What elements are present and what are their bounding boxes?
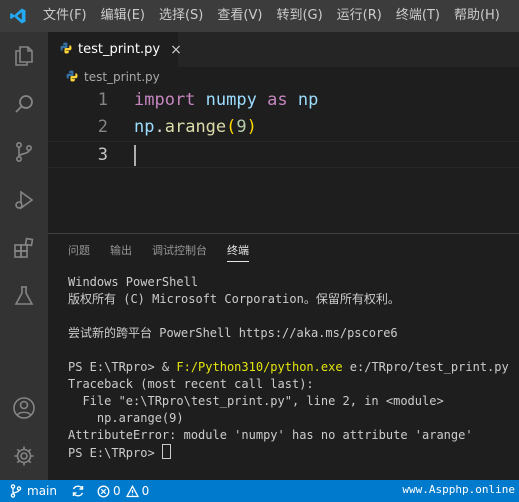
tab-filename: test_print.py <box>78 42 161 57</box>
testing-flask-icon[interactable] <box>0 272 48 320</box>
vscode-logo-icon <box>0 0 36 32</box>
code-line-current[interactable]: 3 <box>48 141 519 168</box>
code-token: 9 <box>236 117 247 137</box>
code-token: ( <box>226 117 237 137</box>
terminal-line: 尝试新的跨平台 PowerShell https://aka.ms/pscore… <box>68 326 398 340</box>
terminal-command-line: PS E:\TRpro> & F:/Python310/python.exe e… <box>68 359 519 376</box>
tab-debug-console[interactable]: 调试控制台 <box>152 234 207 268</box>
terminal-prompt: PS E:\TRpro> & <box>68 360 177 374</box>
extensions-icon[interactable] <box>0 224 48 272</box>
code-line[interactable]: 2 np.arange(9) <box>48 114 519 141</box>
line-number: 1 <box>97 90 108 110</box>
python-exe-path: F:/Python310/python.exe <box>176 360 343 374</box>
code-token: np <box>297 90 319 110</box>
code-line[interactable]: 1 import numpy as np <box>48 87 519 114</box>
code-editor[interactable]: 1 import numpy as np 2 np.arange(9) 3 <box>48 87 519 233</box>
code-token: import <box>134 90 196 110</box>
breadcrumb[interactable]: test_print.py <box>48 67 519 87</box>
sync-icon <box>72 485 84 497</box>
warning-count: 0 <box>141 484 150 498</box>
settings-gear-icon[interactable] <box>0 432 48 480</box>
git-branch-icon <box>10 484 22 498</box>
menu-view[interactable]: 查看(V) <box>210 0 269 32</box>
python-file-icon <box>60 42 72 58</box>
sync-button[interactable] <box>71 484 85 498</box>
terminal-line: Traceback (most recent call last): <box>68 377 314 391</box>
script-path: e:/TRpro/test_print.py <box>342 360 509 374</box>
error-count: 0 <box>112 484 121 498</box>
code-text[interactable]: np.arange(9) <box>134 114 257 141</box>
tab-terminal[interactable]: 终端 <box>227 234 249 268</box>
branch-status[interactable]: main <box>10 484 57 498</box>
explorer-icon[interactable] <box>0 32 48 80</box>
error-icon <box>97 485 110 497</box>
terminal-line: Windows PowerShell <box>68 275 199 289</box>
code-token: . <box>154 117 165 137</box>
menu-help[interactable]: 帮助(H) <box>447 0 507 32</box>
breadcrumb-filename: test_print.py <box>84 70 160 84</box>
run-debug-icon[interactable] <box>0 176 48 224</box>
bottom-panel: 问题 输出 调试控制台 终端 Windows PowerShell 版权所有 (… <box>48 233 519 481</box>
terminal-prompt-line[interactable]: PS E:\TRpro> <box>68 444 519 461</box>
panel-tabs: 问题 输出 调试控制台 终端 <box>48 234 249 268</box>
terminal-error-line: AttributeError: module 'numpy' has no at… <box>68 428 473 442</box>
terminal-cursor <box>161 444 171 459</box>
menu-edit[interactable]: 编辑(E) <box>94 0 152 32</box>
search-icon[interactable] <box>0 80 48 128</box>
line-number: 2 <box>97 117 108 137</box>
terminal-line: np.arange(9) <box>68 411 184 425</box>
code-token: np <box>134 117 155 137</box>
line-number: 3 <box>97 145 108 165</box>
terminal-line: File "e:\TRpro\test_print.py", line 2, i… <box>68 394 444 408</box>
code-text[interactable]: import numpy as np <box>134 87 318 114</box>
source-control-icon[interactable] <box>0 128 48 176</box>
editor-tab-bar: test_print.py × <box>48 32 519 67</box>
terminal-line: 版权所有 (C) Microsoft Corporation。保留所有权利。 <box>68 292 400 306</box>
code-token: ) <box>246 117 257 137</box>
code-token: as <box>267 90 288 110</box>
editor-tab-test-print[interactable]: test_print.py × <box>48 32 182 67</box>
text-cursor <box>134 145 136 166</box>
code-token: arange <box>164 117 227 137</box>
branch-name: main <box>27 484 57 498</box>
problems-status[interactable]: 0 0 <box>97 484 149 498</box>
code-token: numpy <box>205 90 257 110</box>
menu-terminal[interactable]: 终端(T) <box>389 0 447 32</box>
menu-bar: 文件(F) 编辑(E) 选择(S) 查看(V) 转到(G) 运行(R) 终端(T… <box>0 0 519 32</box>
watermark: www.Aspphp.online <box>402 483 515 496</box>
terminal-output[interactable]: Windows PowerShell 版权所有 (C) Microsoft Co… <box>68 274 519 461</box>
python-file-icon <box>66 70 78 85</box>
tab-close-button[interactable]: × <box>170 42 182 58</box>
menu-selection[interactable]: 选择(S) <box>152 0 210 32</box>
menu-file[interactable]: 文件(F) <box>36 0 94 32</box>
menu-run[interactable]: 运行(R) <box>330 0 389 32</box>
account-icon[interactable] <box>0 384 48 432</box>
terminal-prompt: PS E:\TRpro> <box>68 446 162 460</box>
warning-icon <box>125 484 139 497</box>
activity-bar <box>0 32 48 480</box>
tab-output[interactable]: 输出 <box>110 234 132 268</box>
menu-go[interactable]: 转到(G) <box>269 0 329 32</box>
tab-problems[interactable]: 问题 <box>68 234 90 268</box>
